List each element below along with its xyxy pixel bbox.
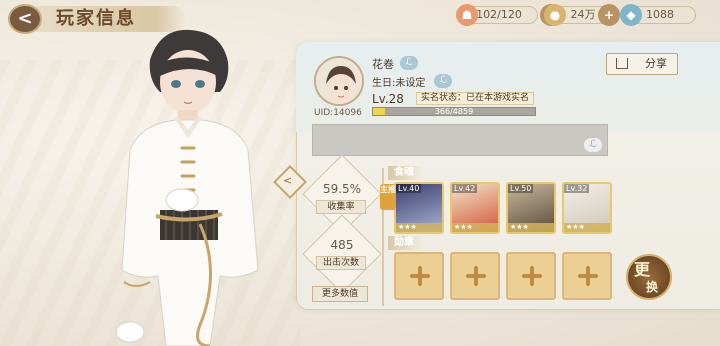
sortie-count-value: 485 — [330, 238, 354, 252]
character-illustration — [115, 29, 259, 346]
card-stars: ★★★ — [396, 223, 442, 232]
stamina-icon: ☗ — [456, 4, 478, 26]
plus-icon — [522, 266, 542, 286]
medal-slot[interactable] — [506, 252, 556, 300]
soul-card[interactable]: Lv.50 ★★★ — [506, 182, 556, 234]
chevron-left-icon: < — [283, 174, 293, 187]
edit-birthday-icon[interactable]: ℒ — [434, 74, 452, 88]
medal-slot[interactable] — [562, 252, 612, 300]
medal-slot[interactable] — [450, 252, 500, 300]
sortie-count-label: 出击次数 — [316, 256, 366, 270]
plus-icon — [578, 266, 598, 286]
collection-rate-value: 59.5% — [322, 182, 362, 196]
card-stars: ★★★ — [564, 223, 610, 232]
player-level: Lv.28 — [372, 92, 404, 106]
more-stats-button[interactable]: 更多数值 — [312, 286, 368, 302]
card-level: Lv.40 — [396, 184, 422, 193]
exp-progress-text: 366/4859 — [434, 107, 474, 116]
avatar[interactable] — [314, 56, 364, 106]
soul-section-title: 食魂 — [388, 166, 424, 180]
birthday-text: 生日:未设定 — [372, 78, 426, 89]
plus-icon — [466, 266, 486, 286]
edit-signature-icon[interactable]: ℒ — [584, 138, 602, 152]
coin-icon: ● — [544, 4, 566, 26]
medal-slot[interactable] — [394, 252, 444, 300]
plus-icon — [410, 266, 430, 286]
card-level: Lv.32 — [564, 184, 590, 193]
change-button[interactable]: 更 换 — [626, 254, 672, 300]
card-level: Lv.50 — [508, 184, 534, 193]
collection-rate-label: 收集率 — [316, 200, 366, 214]
card-stars: ★★★ — [508, 223, 554, 232]
share-icon — [616, 58, 628, 69]
card-stars: ★★★ — [452, 223, 498, 232]
leader-badge: 主推 — [380, 184, 396, 210]
soul-card[interactable]: Lv.42 ★★★ — [450, 182, 500, 234]
add-coin-button[interactable]: + — [598, 4, 620, 26]
realname-status: 实名状态：已在本游戏实名 — [416, 92, 535, 105]
soul-card[interactable]: Lv.40 ★★★ — [394, 182, 444, 234]
edit-name-icon[interactable]: ℒ — [400, 56, 418, 70]
gem-icon: ◆ — [620, 4, 642, 26]
change-button-label-1: 更 — [634, 260, 651, 279]
signature-box[interactable] — [312, 124, 608, 156]
back-button[interactable]: < — [8, 4, 42, 34]
medal-section-title: 勋章 — [388, 236, 424, 250]
exp-progress-bar: 366/4859 — [372, 107, 536, 116]
card-level: Lv.42 — [452, 184, 478, 193]
player-name: 花卷 — [372, 58, 394, 71]
soul-card[interactable]: Lv.32 ★★★ — [562, 182, 612, 234]
user-id: UID:14096 — [314, 108, 362, 118]
change-button-label-2: 换 — [646, 280, 659, 294]
